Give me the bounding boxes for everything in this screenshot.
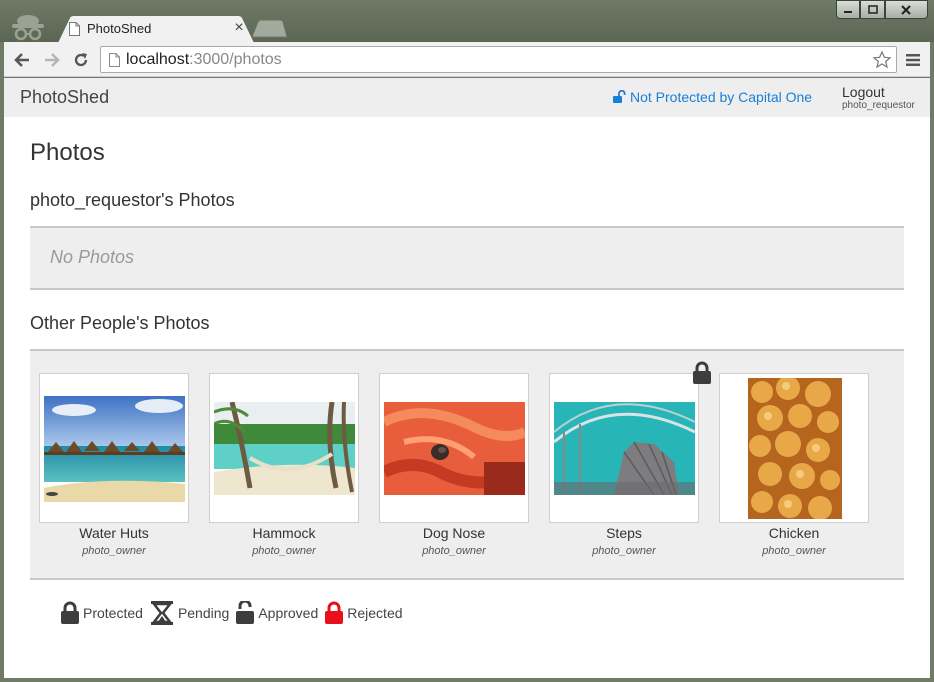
maximize-icon (867, 4, 878, 14)
title-bar: PhotoShed × (0, 0, 934, 43)
tab-title: PhotoShed (87, 21, 152, 36)
close-icon (901, 4, 912, 15)
forward-arrow-icon[interactable] (42, 50, 62, 70)
page-icon (69, 22, 80, 36)
hourglass-icon (150, 601, 173, 625)
maximize-button[interactable] (860, 0, 885, 19)
photo-thumbnail (554, 402, 695, 495)
legend-rejected: Rejected (324, 601, 403, 625)
lock-icon (325, 601, 344, 624)
photo-thumbnail (748, 378, 842, 519)
close-window-button[interactable] (884, 0, 929, 19)
browser-toolbar: localhost:3000/photos (4, 42, 930, 77)
bookmark-star-icon[interactable] (872, 50, 892, 70)
site-navbar: PhotoShed Not Protected by Capital One L… (4, 78, 930, 117)
browser-window: PhotoShed × localhost:3000/photos PhotoS… (0, 0, 934, 682)
lock-icon (693, 361, 711, 384)
incognito-icon (12, 15, 44, 41)
minimize-button[interactable] (836, 0, 861, 19)
window-controls (836, 0, 929, 19)
my-photos-panel: No Photos (30, 226, 904, 290)
photo-owner: photo_owner (762, 545, 826, 557)
photo-title: Water Huts (79, 525, 149, 541)
page-title: Photos (30, 139, 105, 166)
menu-icon[interactable] (905, 53, 921, 67)
protection-status-label: Not Protected by Capital One (630, 89, 813, 105)
address-bar[interactable]: localhost:3000/photos (100, 46, 897, 73)
reload-icon[interactable] (71, 50, 91, 70)
site-brand[interactable]: PhotoShed (20, 87, 109, 108)
new-tab-button[interactable] (252, 20, 288, 38)
tab-close-button[interactable]: × (232, 19, 246, 37)
url-text: localhost:3000/photos (126, 51, 282, 68)
photo-owner: photo_owner (82, 545, 146, 557)
minimize-icon (844, 10, 853, 13)
legend-label: Rejected (347, 605, 403, 621)
legend-approved: Approved (235, 601, 318, 625)
photo-card[interactable] (39, 373, 189, 523)
legend-label: Pending (177, 605, 230, 621)
logout-link[interactable]: Logout (842, 84, 885, 100)
unlocked-icon (613, 90, 626, 103)
my-photos-heading: photo_requestor's Photos (30, 190, 235, 210)
lock-icon (61, 601, 79, 624)
photo-card[interactable] (209, 373, 359, 523)
photo-thumbnail (384, 402, 525, 495)
back-arrow-icon[interactable] (12, 50, 32, 70)
others-photos-heading: Other People's Photos (30, 313, 210, 333)
current-username: photo_requestor (842, 100, 915, 111)
photo-thumbnail (214, 402, 355, 495)
page-icon (109, 53, 120, 67)
legend-protected: Protected (60, 601, 143, 625)
photo-card[interactable] (379, 373, 529, 523)
others-photos-panel: Water Huts photo_owner Hammock photo_own… (30, 349, 904, 580)
unlocked-icon (236, 601, 255, 624)
photo-owner: photo_owner (252, 545, 316, 557)
photo-thumbnail (44, 396, 185, 502)
legend-pending: Pending (149, 600, 229, 626)
empty-state-text: No Photos (50, 247, 135, 267)
photo-title: Steps (606, 525, 642, 541)
page-content: PhotoShed Not Protected by Capital One L… (4, 78, 930, 678)
photo-card[interactable] (549, 373, 699, 523)
photo-card[interactable] (719, 373, 869, 523)
photo-title: Hammock (252, 525, 316, 541)
legend-label: Approved (258, 605, 319, 621)
status-legend: Protected Pending Approved Rejected (60, 600, 409, 626)
photo-owner: photo_owner (422, 545, 486, 557)
photo-title: Dog Nose (422, 525, 486, 541)
photo-owner: photo_owner (592, 545, 656, 557)
legend-label: Protected (83, 605, 143, 621)
photo-title: Chicken (768, 525, 820, 541)
protection-status-link[interactable]: Not Protected by Capital One (612, 89, 812, 105)
